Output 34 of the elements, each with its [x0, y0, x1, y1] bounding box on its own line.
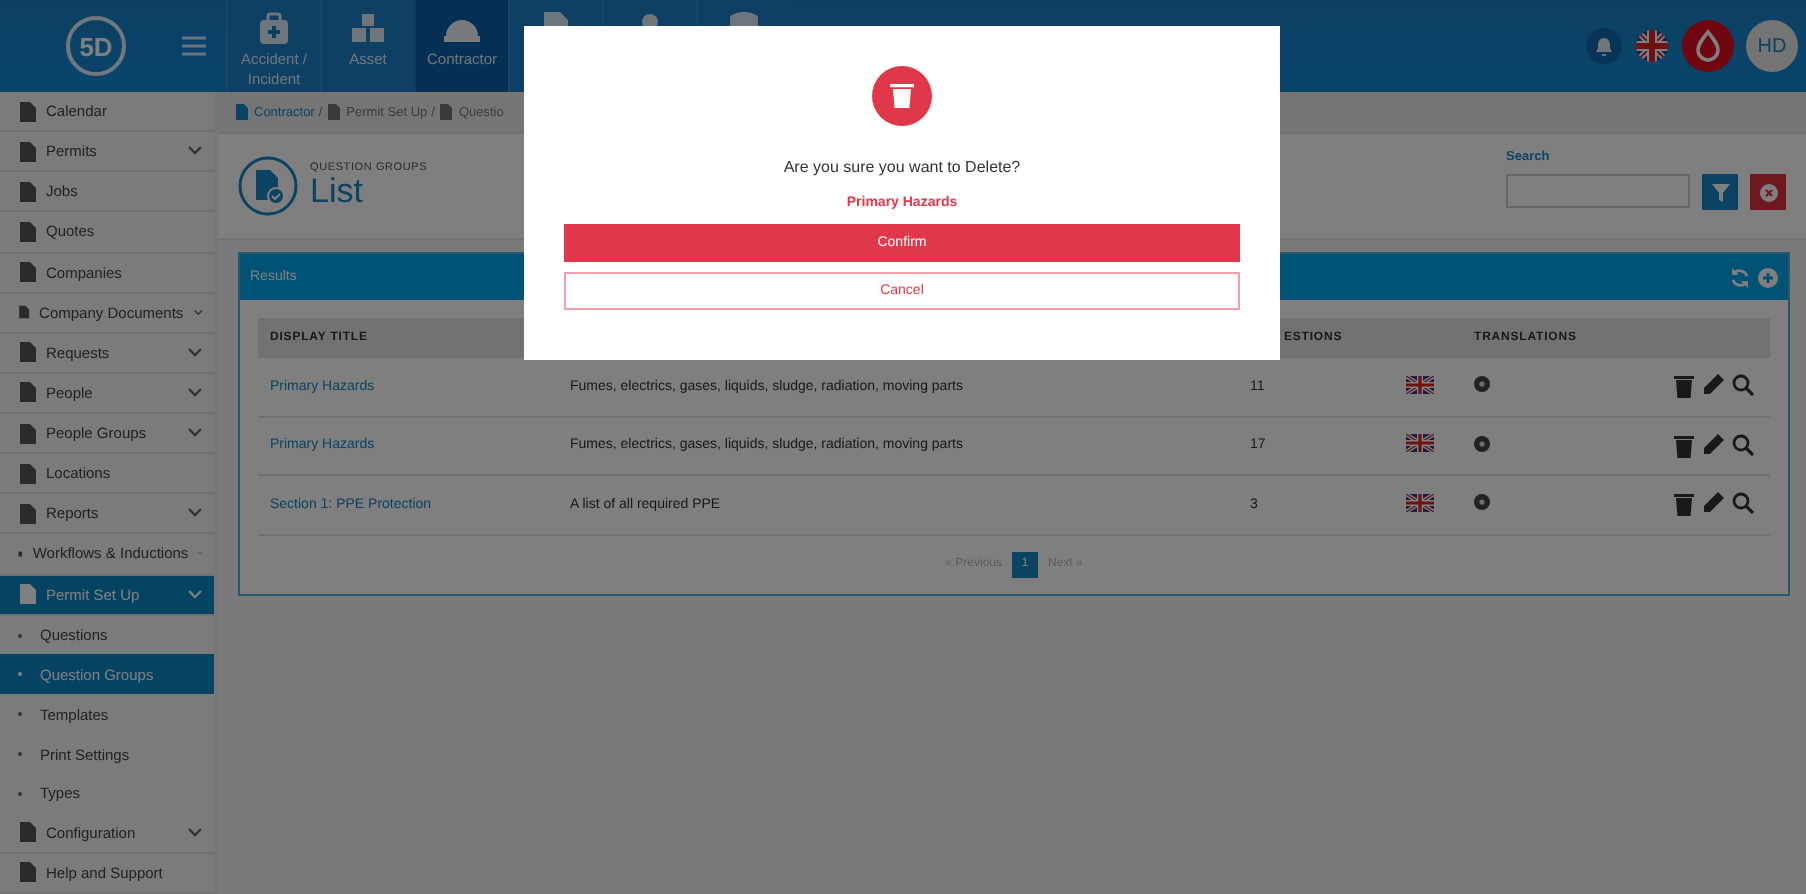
filter-icon [1711, 183, 1729, 201]
close-icon [1759, 183, 1777, 201]
pencil-icon[interactable] [1702, 433, 1724, 456]
pencil-icon[interactable] [1702, 374, 1724, 397]
first-aid-icon [256, 10, 292, 46]
uk-flag-icon [1406, 493, 1434, 512]
add-icon[interactable] [1758, 267, 1778, 287]
user-avatar[interactable]: HD [1746, 20, 1798, 72]
uk-flag-icon[interactable] [1634, 28, 1670, 64]
boxes-icon [350, 10, 386, 46]
uk-flag-icon [1406, 375, 1434, 394]
document-check-icon [238, 156, 298, 216]
search-icon[interactable] [1732, 374, 1754, 397]
page-title: List [310, 174, 365, 210]
trash-icon[interactable] [1674, 374, 1694, 399]
gear-icon[interactable] [1474, 494, 1490, 511]
uk-flag-icon [1406, 434, 1434, 453]
gear-icon[interactable] [1474, 435, 1490, 452]
search-icon[interactable] [1732, 433, 1754, 456]
search-field[interactable] [1506, 174, 1690, 208]
trash-icon[interactable] [1674, 492, 1694, 517]
trash-icon[interactable] [1674, 433, 1694, 458]
trash-icon [872, 66, 932, 126]
dialog-message: Are you sure you want to Delete? [783, 158, 1021, 176]
search-icon[interactable] [1732, 492, 1754, 515]
menu-icon[interactable] [182, 36, 206, 56]
bell-icon[interactable] [1586, 28, 1622, 64]
logo[interactable]: 5D [66, 16, 126, 76]
clear-button[interactable] [1750, 174, 1786, 210]
pencil-icon[interactable] [1702, 492, 1724, 515]
refresh-icon[interactable] [1730, 267, 1750, 287]
filter-button[interactable] [1702, 174, 1738, 210]
drop-icon[interactable] [1682, 20, 1734, 72]
gear-icon[interactable] [1474, 376, 1490, 393]
